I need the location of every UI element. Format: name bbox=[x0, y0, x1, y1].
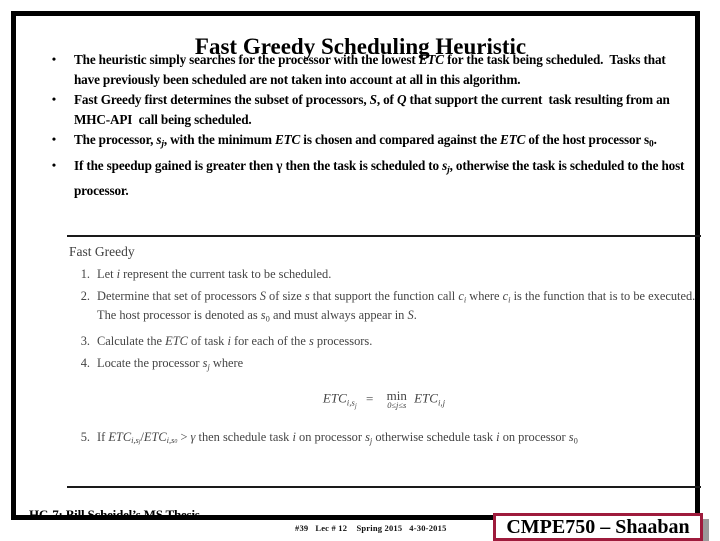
list-item: • If the speedup gained is greater then … bbox=[34, 156, 689, 201]
step-number: 3. bbox=[80, 333, 90, 348]
algorithm-formula: ETCi,sj = min 0≤j≤s ETCi,j bbox=[67, 389, 701, 414]
bullet-marker-icon: • bbox=[51, 92, 57, 106]
algorithm-heading: Fast Greedy bbox=[69, 244, 135, 259]
step-number: 5. bbox=[80, 429, 90, 444]
footer-rule bbox=[67, 486, 701, 488]
step-number: 2. bbox=[80, 289, 90, 304]
step-text: Let i represent the current task to be s… bbox=[97, 267, 332, 281]
formula-rhs-subscript: i,j bbox=[437, 397, 446, 408]
algorithm-step: 3. Calculate the ETC of task i for each … bbox=[67, 334, 701, 349]
formula-equals: = bbox=[366, 390, 374, 406]
bullet-marker-icon: • bbox=[51, 158, 57, 173]
list-item: • The processor, sj, with the minimum ET… bbox=[34, 130, 689, 155]
algorithm-step: 5. If ETCi,sj/ETCi,s0 > γ then schedule … bbox=[67, 430, 701, 451]
bullet-text: The processor, sj, with the minimum ETC … bbox=[74, 132, 657, 150]
list-item: • Fast Greedy first determines the subse… bbox=[34, 90, 689, 129]
step-text: Locate the processor sj where bbox=[97, 356, 244, 372]
formula-lhs: ETC bbox=[322, 390, 347, 406]
formula-lhs-subscript: i,s bbox=[346, 397, 355, 408]
formula-min-range: 0≤j≤s bbox=[387, 401, 407, 411]
step-number: 4. bbox=[80, 356, 90, 371]
bullet-list: • The heuristic simply searches for the … bbox=[34, 50, 689, 202]
formula-min-operator: min 0≤j≤s bbox=[387, 389, 407, 410]
bullet-text: Fast Greedy first determines the subset … bbox=[74, 92, 670, 127]
algorithm-step: 2. Determine that set of processors S of… bbox=[67, 289, 701, 327]
algorithm-figure: Fast Greedy 1. Let i represent the curre… bbox=[67, 235, 701, 458]
bullet-marker-icon: • bbox=[51, 132, 57, 146]
algorithm-top-rule bbox=[67, 235, 701, 237]
algorithm-step: 1. Let i represent the current task to b… bbox=[67, 267, 701, 282]
bullet-text: If the speedup gained is greater then γ … bbox=[74, 158, 685, 199]
formula-lhs-subsubscript: j bbox=[354, 402, 357, 410]
slide-frame: Fast Greedy Scheduling Heuristic • The h… bbox=[11, 11, 703, 541]
algorithm-step: 4. Locate the processor sj where bbox=[67, 356, 701, 375]
course-badge: CMPE750 – Shaaban bbox=[493, 513, 703, 541]
bullet-marker-icon: • bbox=[51, 52, 57, 66]
step-number: 1. bbox=[80, 267, 90, 281]
page-meta: #39 Lec # 12 Spring 2015 4-30-2015 bbox=[295, 523, 447, 533]
list-item: • The heuristic simply searches for the … bbox=[34, 50, 689, 89]
algorithm-step-list: 1. Let i represent the current task to b… bbox=[67, 267, 701, 451]
step-text: Determine that set of processors S of si… bbox=[97, 289, 696, 324]
step-text: If ETCi,sj/ETCi,s0 > γ then schedule tas… bbox=[97, 429, 578, 446]
formula-rhs: ETC bbox=[414, 390, 438, 406]
step-text: Calculate the ETC of task i for each of … bbox=[97, 333, 373, 348]
source-note: HC-7: Bill Scheidel’s MS Thesis bbox=[29, 507, 200, 522]
bullet-text: The heuristic simply searches for the pr… bbox=[74, 52, 666, 87]
